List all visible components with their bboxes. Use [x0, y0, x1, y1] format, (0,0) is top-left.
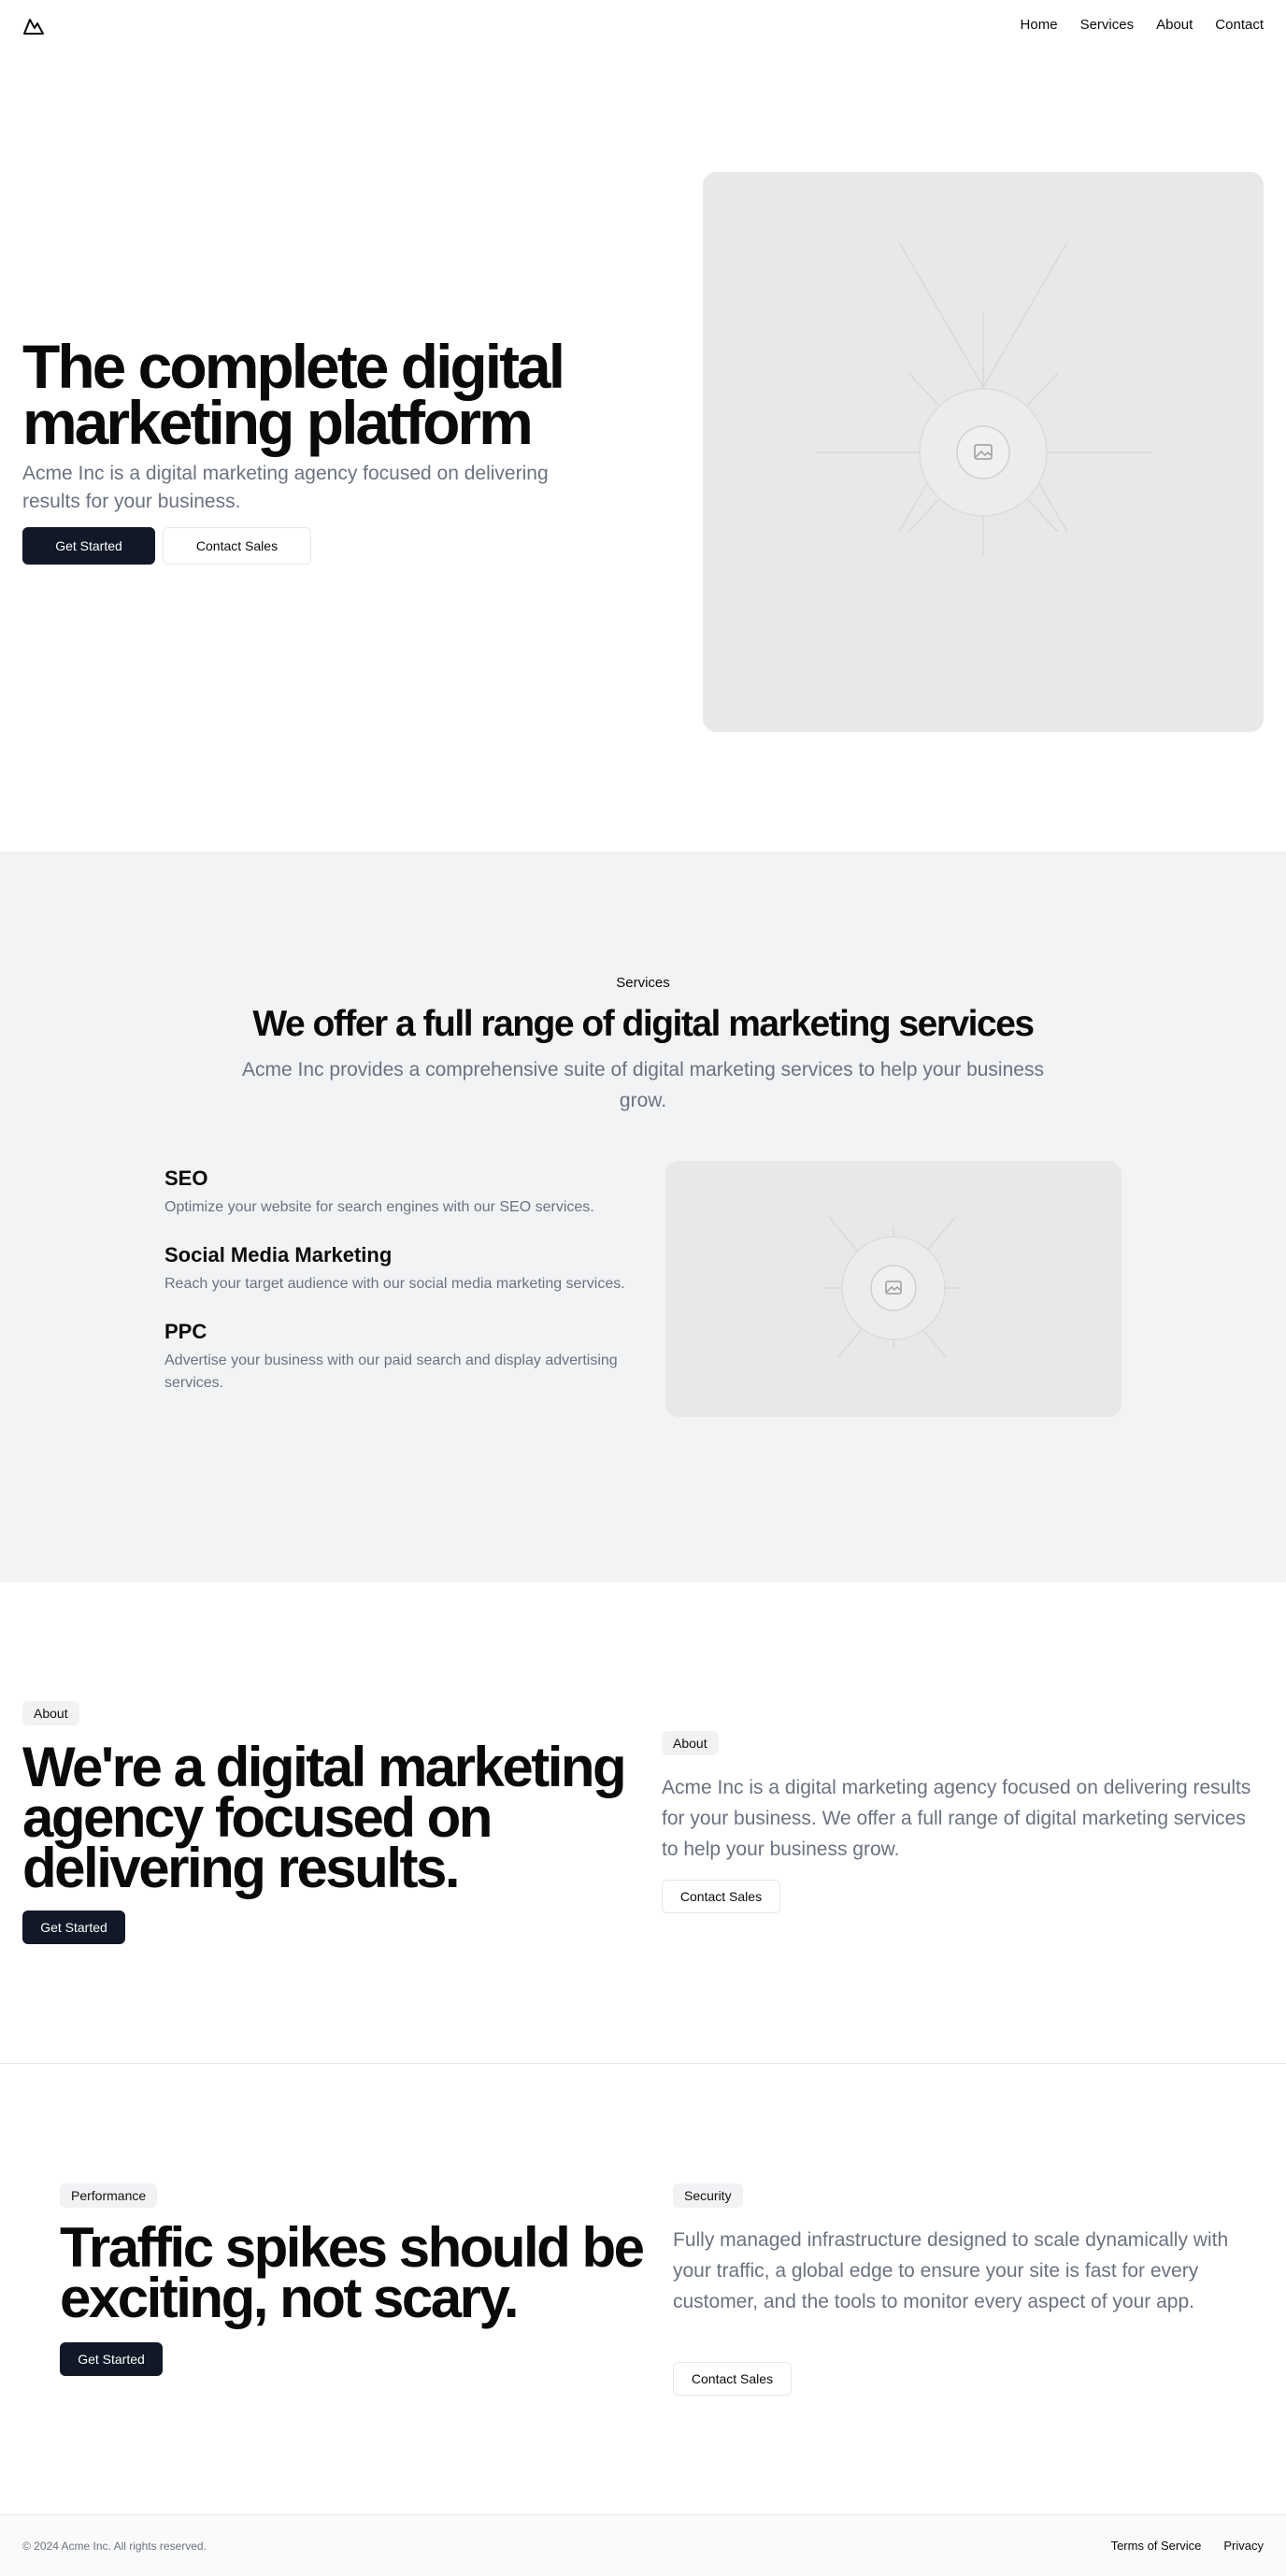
performance-get-started-button[interactable]: Get Started — [60, 2342, 163, 2376]
about-badge-left: About — [22, 1701, 79, 1725]
footer: © 2024 Acme Inc. All rights reserved. Te… — [0, 2514, 1286, 2576]
service-title: SEO — [164, 1166, 208, 1190]
security-contact-sales-button[interactable]: Contact Sales — [673, 2362, 792, 2396]
footer-link-terms[interactable]: Terms of Service — [1111, 2539, 1202, 2553]
get-started-button[interactable]: Get Started — [22, 527, 155, 565]
about-badge-right: About — [662, 1731, 719, 1755]
services-subtitle: Acme Inc provides a comprehensive suite … — [242, 1059, 1044, 1111]
performance-badge: Performance — [60, 2183, 158, 2208]
about-get-started-button[interactable]: Get Started — [22, 1911, 125, 1944]
services-eyebrow: Services — [616, 975, 670, 991]
service-desc: Reach your target audience with our soci… — [164, 1276, 625, 1292]
hero-title: The complete digital marketing platform — [22, 332, 565, 457]
about-body: Acme Inc is a digital marketing agency f… — [662, 1777, 1251, 1860]
image-placeholder-icon — [886, 1281, 901, 1295]
performance-title: Traffic spikes should be exciting, not s… — [60, 2216, 645, 2329]
security-body: Fully managed infrastructure designed to… — [673, 2229, 1229, 2312]
image-placeholder-icon — [974, 443, 993, 462]
section-divider — [0, 2063, 1286, 2064]
service-title: Social Media Marketing — [164, 1243, 393, 1267]
footer-link-privacy[interactable]: Privacy — [1223, 2539, 1264, 2553]
footer-copyright: © 2024 Acme Inc. All rights reserved. — [22, 2540, 207, 2553]
about-title: We're a digital marketing agency focused… — [22, 1736, 627, 1899]
service-desc: Optimize your website for search engines… — [164, 1199, 594, 1215]
about-contact-sales-button[interactable]: Contact Sales — [662, 1880, 780, 1913]
services-title: We offer a full range of digital marketi… — [252, 1004, 1035, 1044]
services-image-placeholder — [665, 1161, 1122, 1417]
contact-sales-button[interactable]: Contact Sales — [163, 527, 311, 565]
nav-home[interactable]: Home — [1021, 17, 1058, 33]
service-list: SEO Optimize your website for search eng… — [164, 1166, 632, 1395]
nav-about[interactable]: About — [1156, 17, 1193, 33]
service-desc: Advertise your business with our paid se… — [164, 1352, 618, 1391]
hero-image-placeholder — [703, 172, 1264, 732]
nav-contact[interactable]: Contact — [1215, 17, 1264, 33]
service-title: PPC — [164, 1320, 207, 1343]
service-item-social: Social Media Marketing Reach your target… — [164, 1243, 632, 1295]
service-item-ppc: PPC Advertise your business with our pai… — [164, 1320, 632, 1395]
security-badge: Security — [673, 2183, 743, 2208]
main-nav: Home Services About Contact — [1021, 17, 1264, 33]
service-item-seo: SEO Optimize your website for search eng… — [164, 1166, 632, 1219]
mountain-logo-icon[interactable] — [22, 15, 45, 37]
hero-text: The complete digital marketing platform — [22, 332, 621, 457]
footer-links: Terms of Service Privacy — [1111, 2539, 1264, 2553]
nav-services[interactable]: Services — [1080, 17, 1135, 33]
hero-subtitle: Acme Inc is a digital marketing agency f… — [22, 463, 549, 512]
